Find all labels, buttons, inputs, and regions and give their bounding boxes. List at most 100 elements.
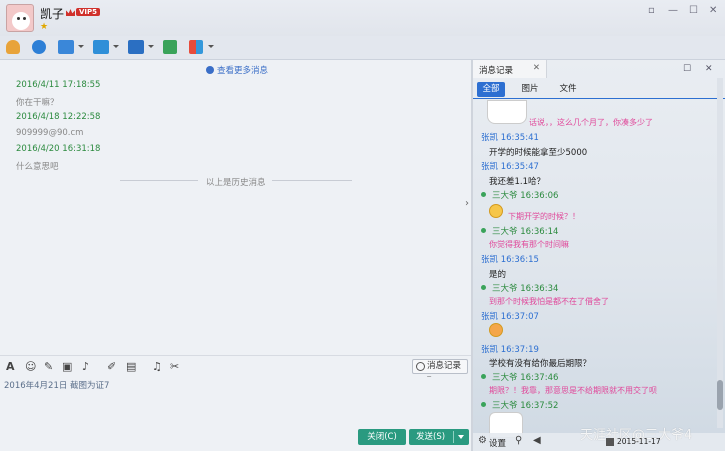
gear-icon[interactable]: ⚙ [478, 435, 487, 446]
chevron-down-icon[interactable] [458, 435, 464, 439]
history-message-text: 到那个时候我怕是都不在了借舍了 [489, 297, 609, 306]
emoji-icon [489, 323, 503, 337]
avatar[interactable] [6, 4, 34, 32]
filter-files[interactable]: 文件 [557, 82, 579, 97]
history-panel: 消息记录 ✕ ☐ ✕ 全部 图片 文件 话说，，这么几个月了，你凑多少了 张凯 … [473, 60, 725, 451]
video-call-icon[interactable] [32, 40, 46, 54]
screenshot-icon[interactable]: ▣ [62, 360, 72, 373]
history-sender-header: 张凯 16:36:15 [481, 255, 539, 265]
close-chat-button[interactable]: 关闭(C) [358, 429, 406, 445]
view-more-link[interactable]: 查看更多消息 [206, 64, 268, 76]
history-message-text: 话说，，这么几个月了，你凑多少了 [529, 118, 653, 127]
online-status-icon [481, 285, 486, 290]
nudge-icon[interactable]: ✎ [44, 360, 53, 373]
font-icon[interactable]: A [6, 360, 15, 373]
calendar-icon [606, 438, 614, 446]
history-message-text: 我还差1.1哈？ [489, 177, 546, 187]
file-transfer-icon[interactable] [93, 40, 109, 54]
history-divider-label: 以上是历史消息 [206, 178, 266, 188]
view-more-label: 查看更多消息 [217, 66, 269, 76]
history-sender-header: 三大爷 16:36:06 [481, 189, 558, 201]
screen-share-icon[interactable] [58, 40, 74, 54]
collapse-handle-icon[interactable]: › [465, 198, 469, 209]
history-sender-header: 张凯 16:37:07 [481, 312, 539, 322]
divider-line [272, 180, 352, 181]
input-toolbar: A ☺ ✎ ▣ ♪ ✐ ▤ ♫ ✂ 消息记录 ▾ [0, 355, 471, 384]
history-sender-header: 张凯 16:35:47 [481, 162, 539, 172]
history-message-text: 开学的时候能拿至少5000 [489, 148, 588, 158]
history-sender-header: 三大爷 16:37:46 [481, 371, 558, 383]
add-app-icon[interactable] [163, 40, 177, 54]
history-message-text: 是的 [489, 270, 507, 280]
chat-panel: 查看更多消息 2016/4/11 17:18:55 你在干嘛？ 2016/4/1… [0, 60, 471, 355]
microphone-icon[interactable] [6, 40, 20, 54]
chevron-down-icon[interactable] [208, 45, 214, 48]
maximize-button[interactable]: ☐ [689, 5, 698, 16]
filter-images[interactable]: 图片 [519, 82, 541, 97]
title-bar: 凯子 VIP5 ★ ▫ — ☐ ✕ [0, 0, 725, 36]
voice-icon[interactable]: ♪ [82, 360, 89, 373]
send-button[interactable]: 发送(S) [409, 429, 469, 445]
sticker-image[interactable] [487, 100, 527, 124]
close-tab-icon[interactable]: ✕ [533, 63, 540, 73]
crown-icon [66, 9, 75, 16]
message-time: 2016/4/11 17:18:55 [16, 80, 101, 90]
history-sender-header: 张凯 16:37:19 [481, 345, 539, 355]
divider-line [120, 180, 198, 181]
message-history-button[interactable]: 消息记录 ▾ [412, 359, 468, 384]
main-toolbar [0, 36, 725, 60]
date-picker[interactable]: 2015-11-17 [606, 437, 661, 446]
online-status-icon [481, 228, 486, 233]
history-sender-header: 三大爷 16:36:34 [481, 282, 558, 294]
chevron-down-icon[interactable] [78, 45, 84, 48]
history-message-text: 你觉得我有那个时间嘛 [489, 240, 569, 249]
date-label: 2015-11-17 [617, 437, 661, 446]
scrollbar-thumb[interactable] [717, 380, 723, 410]
speaker-icon[interactable]: ◀ [533, 435, 541, 446]
close-panel-button[interactable]: ✕ [705, 64, 713, 74]
send-label: 发送(S) [416, 432, 446, 442]
image-icon[interactable]: ▤ [126, 360, 136, 373]
history-message-text: 期限？！我靠，那意思是不给期限就不用交了呗 [489, 386, 657, 395]
restore-panel-button[interactable]: ☐ [683, 64, 691, 74]
message-input[interactable]: 2016年4月21日 截图为证7 关闭(C) 发送(S) [0, 377, 471, 451]
close-button[interactable]: ✕ [709, 5, 717, 16]
message-text: 什么意思吧 [16, 162, 59, 172]
message-text: 你在干嘛？ [16, 98, 59, 108]
skin-button[interactable]: ▫ [648, 5, 655, 16]
star-icon: ★ [40, 22, 49, 32]
clock-icon [206, 66, 214, 74]
minimize-button[interactable]: — [668, 5, 678, 16]
chevron-down-icon[interactable] [148, 45, 154, 48]
search-icon[interactable]: ⚲ [515, 435, 522, 446]
filter-underline [473, 98, 725, 99]
online-status-icon [481, 374, 486, 379]
settings-label[interactable]: 设置 [489, 437, 506, 449]
history-message-text: 学校有没有给你最后期限？ [489, 359, 592, 369]
contact-name: 凯子 [40, 7, 65, 21]
online-status-icon [481, 192, 486, 197]
draft-text: 2016年4月21日 截图为证7 [4, 381, 110, 391]
vip-badge[interactable]: VIP5 [76, 8, 101, 16]
message-time: 2016/4/18 12:22:58 [16, 112, 101, 122]
history-message-text: 下期开学的时候？！ [508, 212, 580, 221]
tab-label: 消息记录 [479, 66, 514, 76]
tab-message-history[interactable]: 消息记录 ✕ [473, 60, 547, 78]
message-text: 909999@90.cm [16, 128, 84, 138]
history-scrollbar[interactable] [717, 78, 723, 428]
filter-all[interactable]: 全部 [477, 82, 505, 97]
online-status-icon [481, 402, 486, 407]
edit-icon[interactable]: ✐ [107, 360, 116, 373]
history-sender-header: 三大爷 16:36:14 [481, 225, 558, 237]
apps-grid-icon[interactable] [189, 40, 203, 54]
message-time: 2016/4/20 16:31:18 [16, 144, 101, 154]
message-history-label: 消息记录 [427, 361, 462, 371]
emoji-icon[interactable]: ☺ [25, 360, 36, 373]
remote-assist-icon[interactable] [128, 40, 144, 54]
chevron-down-icon[interactable] [113, 45, 119, 48]
history-sender-header: 三大爷 16:37:52 [481, 399, 558, 411]
clock-icon [416, 362, 425, 371]
scissors-icon[interactable]: ✂ [170, 360, 179, 373]
emoji-icon [489, 204, 503, 218]
music-icon[interactable]: ♫ [152, 360, 162, 373]
